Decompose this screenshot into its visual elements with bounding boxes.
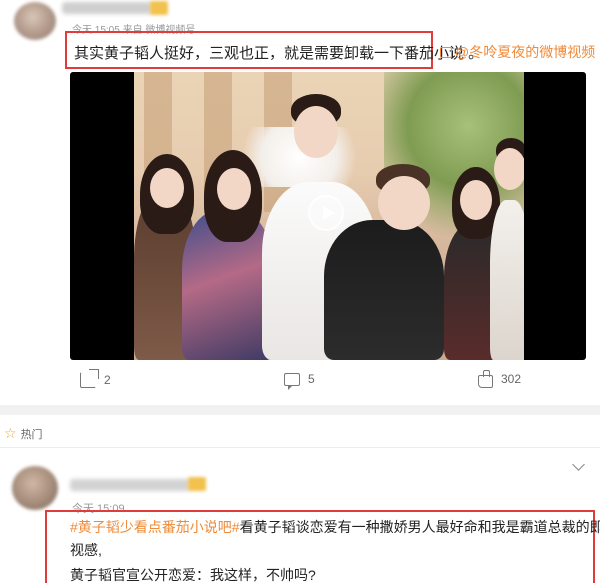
hashtag-link[interactable]: #黄子韬少看点番茄小说吧#: [70, 519, 240, 535]
user-badge-icon: [150, 1, 168, 15]
thumbs-up-icon: [478, 369, 493, 388]
post-text: 其实黄子韬人挺好，三观也正，就是需要卸载一下番茄小说 。: [74, 45, 484, 62]
comment-text-line3: 黄子韬官宣公开恋爱：我这样，不帅吗?: [70, 567, 316, 583]
avatar[interactable]: [14, 2, 56, 40]
like-count: 302: [501, 372, 522, 386]
section-divider: [0, 405, 600, 415]
like-button[interactable]: 302: [478, 369, 522, 388]
chevron-down-icon[interactable]: [572, 458, 585, 471]
comment-avatar[interactable]: [12, 466, 58, 510]
star-icon: ☆: [4, 425, 17, 441]
video-player[interactable]: [70, 72, 586, 360]
blurred-username[interactable]: [62, 2, 152, 14]
comment-text: 看黄子韬谈恋爱有一种撒娇男人最好命和我是霸道总裁的即: [239, 519, 600, 535]
comment-user-badge-icon: [188, 477, 206, 491]
share-icon: [80, 369, 99, 388]
comment-text-line2: 视感,: [70, 542, 102, 558]
comment-button[interactable]: 5: [284, 372, 315, 390]
comment-text-line1: #黄子韬少看点番茄小说吧#看黄子韬谈恋爱有一种撒娇男人最好命和我是霸道总裁的即: [70, 517, 600, 537]
share-count: 2: [104, 373, 111, 387]
weibo-post: 今天 15:05 来自 微博视频号 其实黄子韬人挺好，三观也正，就是需要卸载一下…: [0, 0, 600, 410]
share-button[interactable]: 2: [80, 369, 111, 388]
play-icon[interactable]: [308, 195, 344, 231]
video-source-link[interactable]: @冬呤夏夜的微博视频: [440, 42, 595, 62]
comment-count: 5: [308, 372, 315, 386]
hot-comments-header: ☆ 热门: [4, 425, 43, 442]
comment-icon: [284, 372, 300, 390]
hot-label: 热门: [20, 428, 43, 441]
video-icon: [440, 46, 452, 58]
video-source-label: @冬呤夏夜的微博视频: [455, 44, 596, 60]
comment-blurred-username[interactable]: [70, 479, 190, 491]
post-actions: 2 5 302: [0, 369, 600, 398]
divider-line: [0, 447, 600, 448]
